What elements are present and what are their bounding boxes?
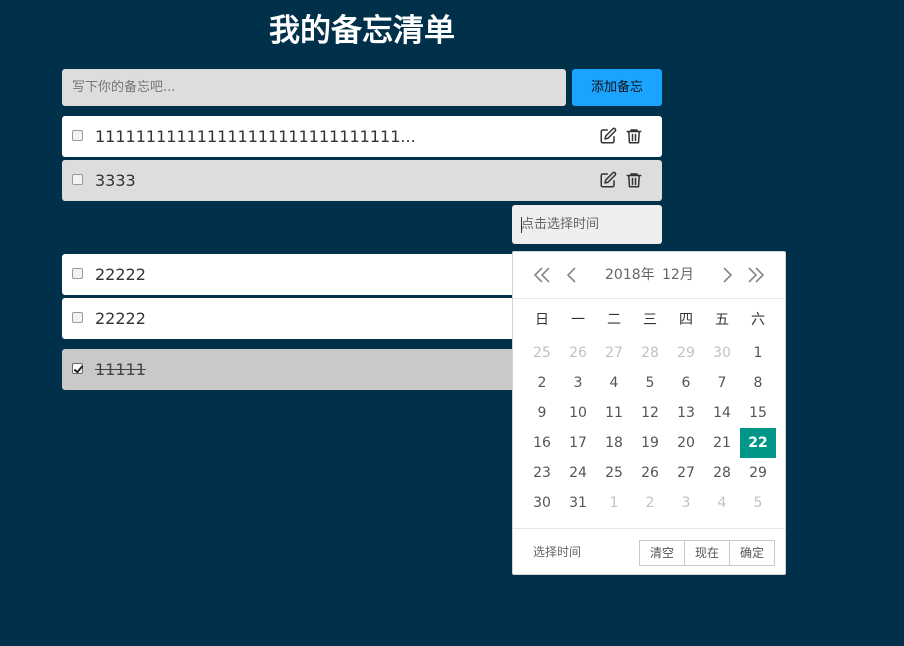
calendar-day[interactable]: 2 [524,368,560,398]
calendar-day[interactable]: 25 [524,338,560,368]
add-todo-button[interactable]: 添加备忘 [572,69,662,106]
calendar-day[interactable]: 23 [524,458,560,488]
todo-text: 3333 [95,171,136,190]
next-year-button[interactable] [744,252,768,298]
weekday-label: 一 [571,312,585,328]
clear-button[interactable]: 清空 [639,540,685,566]
todo-text: 22222 [95,265,146,284]
calendar-day[interactable]: 20 [668,428,704,458]
weekday-label: 三 [643,312,657,328]
new-todo-input[interactable] [62,69,566,106]
calendar-day[interactable]: 29 [740,458,776,488]
calendar-day[interactable]: 28 [632,338,668,368]
calendar-day[interactable]: 30 [704,338,740,368]
confirm-button[interactable]: 确定 [729,540,775,566]
calendar-day[interactable]: 6 [668,368,704,398]
double-chevron-right-icon [748,267,765,283]
calendar-day[interactable]: 9 [524,398,560,428]
edit-icon[interactable] [599,127,617,145]
edit-icon[interactable] [599,171,617,189]
year-select[interactable]: 2018年 [605,252,655,298]
todo-checkbox[interactable] [72,312,83,323]
calendar-day[interactable]: 18 [596,428,632,458]
weekday-label: 日 [535,312,549,328]
calendar-day[interactable]: 7 [704,368,740,398]
next-month-button[interactable] [714,252,738,298]
double-chevron-left-icon [533,267,550,283]
month-select[interactable]: 12月 [662,252,694,298]
todo-checkbox[interactable] [72,130,83,141]
weekday-label: 二 [607,312,621,328]
calendar-day[interactable]: 5 [632,368,668,398]
calendar-day[interactable]: 17 [560,428,596,458]
todo-checkbox[interactable] [72,268,83,279]
calendar-day[interactable]: 1 [596,488,632,518]
calendar-day[interactable]: 28 [704,458,740,488]
date-picker-footer: 选择时间 清空 现在 确定 [513,528,785,575]
page-title: 我的备忘清单 [269,13,455,49]
calendar-day[interactable]: 13 [668,398,704,428]
calendar-day[interactable]: 3 [560,368,596,398]
select-time-link[interactable]: 选择时间 [533,529,581,575]
todo-checkbox[interactable] [72,174,83,185]
calendar-day[interactable]: 24 [560,458,596,488]
calendar-day[interactable]: 2 [632,488,668,518]
calendar-day[interactable]: 25 [596,458,632,488]
calendar-day[interactable]: 14 [704,398,740,428]
todo-item: 3333 [62,160,662,201]
calendar-day[interactable]: 12 [632,398,668,428]
time-picker-input[interactable] [512,205,662,244]
calendar-day[interactable]: 16 [524,428,560,458]
calendar-day[interactable]: 21 [704,428,740,458]
calendar-day[interactable]: 29 [668,338,704,368]
calendar-day[interactable]: 3 [668,488,704,518]
calendar-day[interactable]: 26 [632,458,668,488]
now-button[interactable]: 现在 [684,540,730,566]
calendar-day[interactable]: 1 [740,338,776,368]
calendar-day[interactable]: 31 [560,488,596,518]
prev-month-button[interactable] [561,252,585,298]
calendar-day[interactable]: 8 [740,368,776,398]
weekday-label: 四 [679,312,693,328]
todo-text: 22222 [95,309,146,328]
calendar-day[interactable]: 4 [596,368,632,398]
todo-checkbox-checked[interactable] [72,363,83,374]
calendar-day[interactable]: 26 [560,338,596,368]
prev-year-button[interactable] [530,252,554,298]
calendar-day[interactable]: 11 [596,398,632,428]
todo-item: 111111111111111111111111111111... [62,116,662,157]
calendar-day[interactable]: 27 [668,458,704,488]
chevron-right-icon [723,267,733,283]
date-picker-popup: 2018年 12月 日一二三四五六 25 26 27 28 29 30 1 2 3 4 5 6 7 8 9 1… [512,251,786,575]
weekday-label: 六 [751,312,765,328]
calendar-day[interactable]: 27 [596,338,632,368]
calendar-day[interactable]: 15 [740,398,776,428]
trash-icon[interactable] [625,171,643,189]
calendar-day[interactable]: 19 [632,428,668,458]
calendar-day-selected[interactable]: 22 [740,428,776,458]
todo-text: 111111111111111111111111111111... [95,127,416,146]
calendar-day[interactable]: 30 [524,488,560,518]
text-cursor [521,217,522,233]
todo-text: 11111 [95,360,146,379]
weekday-label: 五 [715,312,729,328]
calendar-day[interactable]: 4 [704,488,740,518]
trash-icon[interactable] [625,127,643,145]
chevron-left-icon [566,267,576,283]
calendar-day[interactable]: 10 [560,398,596,428]
date-picker-header: 2018年 12月 [513,252,785,299]
calendar-day[interactable]: 5 [740,488,776,518]
